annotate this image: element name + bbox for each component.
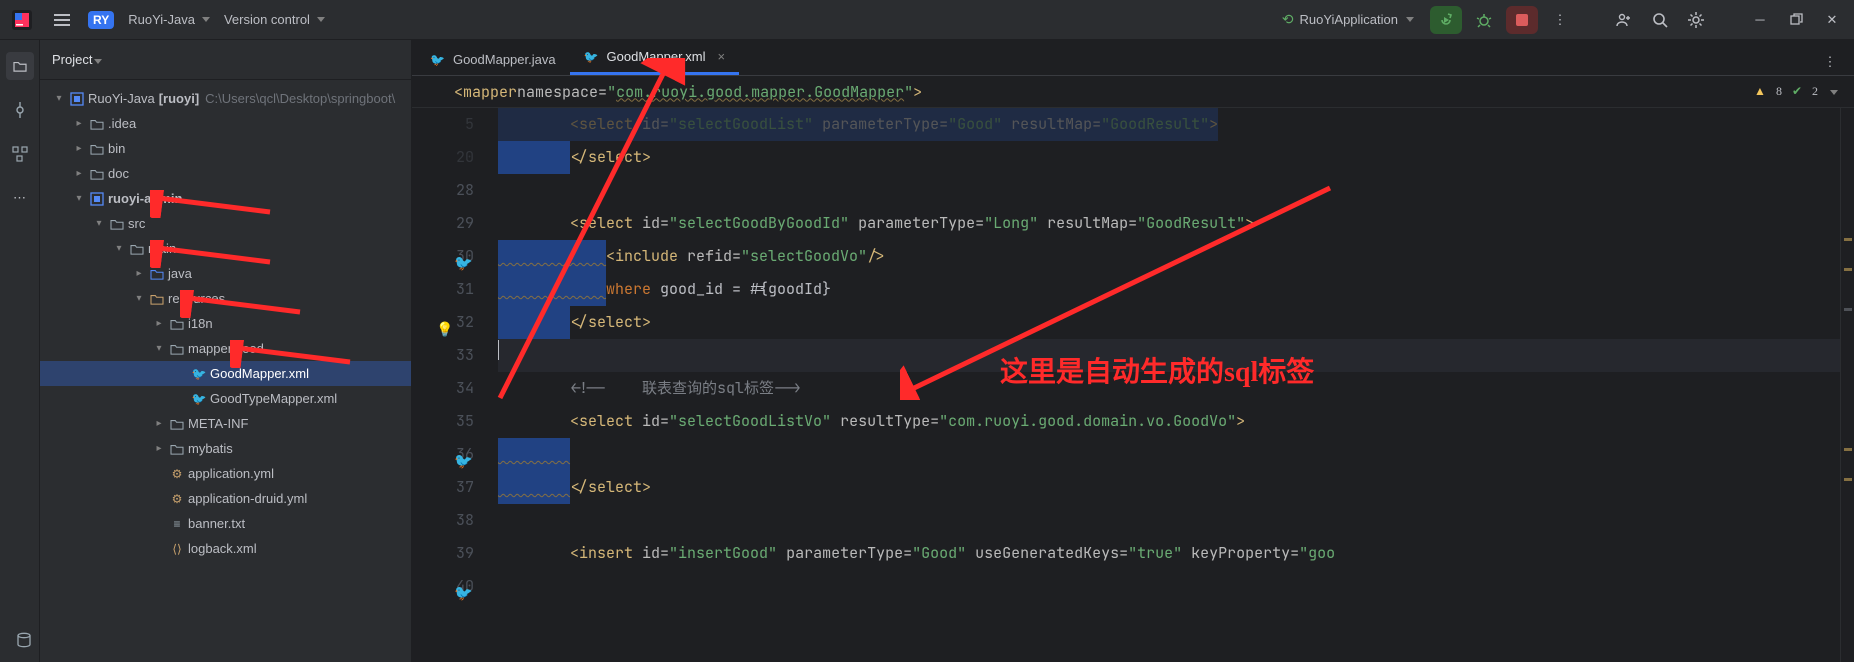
tree-item-app-druid[interactable]: ⚙application-druid.yml [40,486,411,511]
mybatis-nav-icon: 🐦 [454,247,472,265]
gutter[interactable]: 5 20 28 29 30🐦 31 32 33 34 35 36🐦 37 38 … [412,108,498,662]
close-tab-icon[interactable]: × [718,49,726,64]
run-config-selector[interactable]: ⟲ RuoYiApplication [1274,9,1422,30]
folder-icon [108,218,126,230]
main-menu-icon[interactable] [50,8,74,32]
commit-tool-icon[interactable] [6,96,34,124]
folder-icon [88,118,106,130]
more-actions-icon[interactable]: ⋮ [1546,6,1574,34]
config-file-icon: ⚙ [168,492,186,506]
settings-icon[interactable] [1682,6,1710,34]
annotation-text: 这里是自动生成的sql标签 [1000,350,1314,390]
mybatis-nav-icon: 🐦 [454,445,472,463]
tree-item-goodtypemapper[interactable]: 🐦GoodTypeMapper.xml [40,386,411,411]
more-tools-icon[interactable]: ⋯ [6,184,34,212]
folder-icon [88,143,106,155]
tree-item-bin[interactable]: bin [40,136,411,161]
folder-icon [168,418,186,430]
chevron-right-icon[interactable] [70,143,88,154]
chevron-right-icon[interactable] [70,168,88,179]
debug-button[interactable] [1470,6,1498,34]
chevron-down-icon[interactable] [1828,84,1838,99]
tree-item-logback[interactable]: ⟨⟩logback.xml [40,536,411,561]
spring-icon: ⟲ [1282,11,1294,28]
chevron-right-icon[interactable] [150,318,168,329]
intention-bulb-icon[interactable]: 💡 [436,314,453,347]
inspection-widget[interactable]: ▲8 ✔2 [1754,84,1838,99]
chevron-down-icon[interactable] [50,93,68,104]
ide-logo-icon[interactable] [8,6,36,34]
chevron-down-icon[interactable] [150,343,168,354]
chevron-right-icon[interactable] [130,268,148,279]
tree-item-doc[interactable]: doc [40,161,411,186]
run-config-label: RuoYiApplication [1299,12,1398,27]
tree-root[interactable]: RuoYi-Java [ruoyi] C:\Users\qcl\Desktop\… [40,86,411,111]
mybatis-icon: 🐦 [190,392,208,406]
project-tree[interactable]: RuoYi-Java [ruoyi] C:\Users\qcl\Desktop\… [40,80,411,567]
database-tool-icon[interactable] [10,626,38,654]
annotation-arrow [490,58,690,408]
chevron-right-icon[interactable] [70,118,88,129]
restore-window-icon[interactable] [1782,6,1810,34]
vcs-menu[interactable]: Version control [224,12,325,27]
module-icon [68,92,86,106]
annotation-arrow [150,190,280,218]
stop-button[interactable] [1506,6,1538,34]
tree-item-idea[interactable]: .idea [40,111,411,136]
module-icon [88,192,106,206]
tree-item-meta-inf[interactable]: META-INF [40,411,411,436]
chevron-right-icon[interactable] [150,418,168,429]
folder-icon [168,443,186,455]
folder-icon [168,318,186,330]
mybatis-nav-icon: 🐦 [454,577,472,595]
xml-file-icon: ⟨⟩ [168,542,186,556]
close-window-icon[interactable]: ✕ [1818,6,1846,34]
mybatis-icon: 🐦 [190,367,208,381]
folder-icon [88,168,106,180]
project-selector[interactable]: RuoYi-Java [128,12,210,27]
annotation-arrow [150,240,280,268]
tool-window-strip-left: ⋯ [0,40,40,662]
annotation-arrow [230,340,360,368]
project-view-combo[interactable]: Project [52,52,102,67]
mybatis-icon: 🐦 [430,53,445,67]
folder-icon [168,343,186,355]
project-tool-icon[interactable] [6,52,34,80]
folder-icon [128,243,146,255]
chevron-down-icon[interactable] [110,243,128,254]
source-folder-icon [148,268,166,280]
code-with-me-icon[interactable] [1610,6,1638,34]
chevron-down-icon[interactable] [90,218,108,229]
tree-item-app-yml[interactable]: ⚙application.yml [40,461,411,486]
minimize-window-icon[interactable]: ─ [1746,6,1774,34]
chevron-down-icon[interactable] [130,293,148,304]
structure-tool-icon[interactable] [6,140,34,168]
chevron-right-icon[interactable] [150,443,168,454]
tree-item-banner[interactable]: ≡banner.txt [40,511,411,536]
project-badge: RY [88,11,114,29]
text-file-icon: ≡ [168,517,186,531]
error-stripe[interactable] [1840,108,1854,662]
tree-item-mybatis[interactable]: mybatis [40,436,411,461]
annotation-arrow [180,290,310,318]
chevron-down-icon[interactable] [70,193,88,204]
config-file-icon: ⚙ [168,467,186,481]
run-button[interactable] [1430,6,1462,34]
resource-folder-icon [148,293,166,305]
top-toolbar: RY RuoYi-Java Version control ⟲ RuoYiApp… [0,0,1854,40]
project-panel-header: Project [40,40,411,80]
check-icon: ✔ [1792,84,1802,99]
tab-options-icon[interactable]: ⋮ [1816,48,1844,76]
warning-icon: ▲ [1754,84,1766,99]
search-everywhere-icon[interactable] [1646,6,1674,34]
